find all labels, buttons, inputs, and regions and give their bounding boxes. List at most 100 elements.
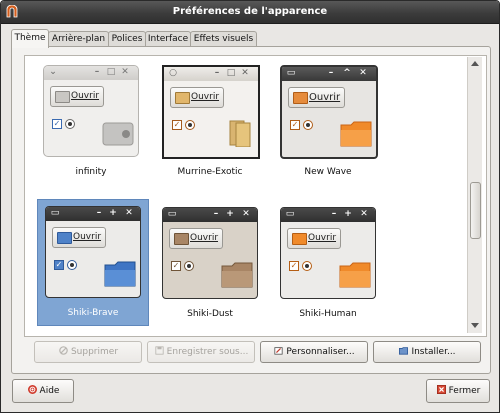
maximize-icon: □ — [106, 67, 116, 77]
minimize-icon: – — [96, 208, 102, 218]
preview-button-label: Ouvrir — [191, 92, 220, 102]
maximize-icon: □ — [226, 68, 236, 78]
radio-icon — [184, 261, 194, 271]
checkbox-icon: ✓ — [289, 261, 299, 271]
close-button[interactable]: Fermer — [426, 379, 490, 403]
scroll-up-icon[interactable] — [471, 61, 479, 66]
preview-open-button: Ouvrir — [52, 227, 107, 248]
preview-titlebar: ○ – □ ✕ — [164, 67, 258, 81]
radio-icon — [65, 119, 75, 129]
maximize-icon: + — [226, 209, 234, 219]
folder-icon — [339, 262, 371, 288]
preview-titlebar: ⌄ – □ ✕ — [44, 66, 138, 80]
theme-preview: ⌄ – □ ✕ Ouvrir ✓ — [43, 65, 139, 157]
close-button-label: Fermer — [448, 386, 481, 396]
window-title: Préférences de l'apparence — [172, 6, 328, 17]
theme-name: Shiki-Dust — [187, 309, 233, 319]
theme-item-new-wave[interactable]: ▭ – ^ ✕ Ouvrir ✓ New Wave — [273, 59, 383, 184]
theme-preview: ▭ – ^ ✕ Ouvrir ✓ — [280, 65, 378, 159]
preview-button-label: Ouvrir — [190, 233, 219, 243]
window-menu-icon: ▭ — [285, 209, 295, 219]
tab-fonts[interactable]: Polices — [108, 31, 146, 47]
tab-background[interactable]: Arrière-plan — [48, 31, 109, 47]
maximize-icon: + — [344, 209, 352, 219]
scroll-down-icon[interactable] — [471, 323, 479, 328]
save-as-button[interactable]: Enregistrer sous... — [147, 341, 255, 363]
minimize-icon: – — [331, 209, 337, 219]
radio-icon — [67, 260, 77, 270]
folder-icon — [293, 92, 308, 104]
customize-button[interactable]: Personnaliser... — [260, 341, 368, 363]
checkbox-icon: ✓ — [172, 120, 182, 130]
install-icon — [399, 347, 409, 355]
help-button[interactable]: Aide — [12, 379, 74, 403]
window-menu-icon: ▭ — [50, 208, 60, 218]
theme-item-shiki-brave[interactable]: ▭ – + ✕ Ouvrir ✓ Shiki-Brave — [37, 199, 149, 326]
window-menu-icon: ○ — [169, 68, 177, 78]
window-menu-icon: ▭ — [167, 209, 177, 219]
preview-open-button: Ouvrir — [288, 87, 346, 108]
theme-preview: ▭ – + ✕ Ouvrir ✓ — [162, 207, 258, 299]
checkbox-icon: ✓ — [52, 119, 62, 129]
theme-list[interactable]: ⌄ – □ ✕ Ouvrir ✓ infinity ○ – □ ✕ Ouvrir… — [24, 55, 487, 337]
close-icon: ✕ — [125, 208, 133, 218]
save-icon — [155, 346, 164, 355]
theme-item-infinity[interactable]: ⌄ – □ ✕ Ouvrir ✓ infinity — [36, 59, 146, 184]
theme-name: infinity — [75, 167, 107, 177]
radio-icon — [302, 261, 312, 271]
preview-titlebar: ▭ – + ✕ — [163, 208, 257, 222]
folder-icon — [340, 121, 372, 147]
theme-preview: ▭ – + ✕ Ouvrir ✓ — [280, 207, 376, 299]
tab-theme[interactable]: Thème — [11, 29, 49, 48]
preview-open-button: Ouvrir — [287, 228, 342, 249]
preview-open-button: Ouvrir — [50, 86, 105, 107]
preview-open-button: Ouvrir — [170, 87, 225, 108]
appearance-preferences-window: Préférences de l'apparence Thème Arrière… — [0, 0, 500, 413]
help-icon — [27, 385, 37, 394]
theme-item-murrine-exotic[interactable]: ○ – □ ✕ Ouvrir ✓ Murrine-Exotic — [155, 59, 265, 184]
chevron-down-icon: ⌄ — [49, 67, 57, 77]
minimize-icon: – — [94, 67, 100, 77]
install-button-label: Installer... — [411, 347, 456, 357]
folder-icon — [102, 122, 134, 146]
install-button[interactable]: Installer... — [373, 341, 481, 363]
folder-icon — [175, 92, 190, 104]
tab-interface[interactable]: Interface — [145, 31, 191, 47]
customize-icon — [274, 347, 284, 355]
tab-visual-effects[interactable]: Effets visuels — [190, 31, 257, 47]
preview-button-label: Ouvrir — [309, 92, 341, 103]
folder-icon — [57, 232, 72, 244]
window-titlebar[interactable]: Préférences de l'apparence — [1, 1, 499, 24]
close-icon: ✕ — [360, 209, 368, 219]
folder-icon — [55, 91, 70, 103]
folder-icon — [174, 233, 189, 245]
maximize-icon: ^ — [343, 68, 351, 78]
checkbox-icon: ✓ — [171, 261, 181, 271]
window-menu-icon: ▭ — [286, 68, 296, 78]
minimize-icon: – — [214, 68, 220, 78]
theme-name: Shiki-Human — [299, 309, 357, 319]
theme-item-shiki-dust[interactable]: ▭ – + ✕ Ouvrir ✓ Shiki-Dust — [155, 201, 265, 326]
preview-button-label: Ouvrir — [71, 91, 100, 101]
delete-button[interactable]: Supprimer — [34, 341, 142, 363]
theme-name: Shiki-Brave — [67, 308, 119, 318]
close-icon: ✕ — [241, 68, 249, 78]
theme-item-shiki-human[interactable]: ▭ – + ✕ Ouvrir ✓ Shiki-Human — [273, 201, 383, 326]
theme-preview: ○ – □ ✕ Ouvrir ✓ — [162, 65, 260, 159]
scrollbar-thumb[interactable] — [470, 182, 481, 239]
folder-icon — [104, 261, 136, 287]
preview-titlebar: ▭ – ^ ✕ — [282, 67, 376, 81]
close-icon — [436, 385, 446, 394]
theme-preview: ▭ – + ✕ Ouvrir ✓ — [45, 206, 141, 298]
checkbox-icon: ✓ — [290, 120, 300, 130]
minimize-icon: – — [328, 68, 334, 78]
maximize-icon: + — [109, 208, 117, 218]
theme-name: Murrine-Exotic — [177, 167, 243, 177]
delete-icon — [59, 346, 68, 355]
theme-list-scrollbar[interactable] — [467, 57, 482, 333]
save-as-button-label: Enregistrer sous... — [166, 347, 249, 357]
customize-button-label: Personnaliser... — [286, 347, 355, 357]
folder-icon — [292, 233, 307, 245]
preview-titlebar: ▭ – + ✕ — [46, 207, 140, 221]
radio-icon — [303, 120, 313, 130]
